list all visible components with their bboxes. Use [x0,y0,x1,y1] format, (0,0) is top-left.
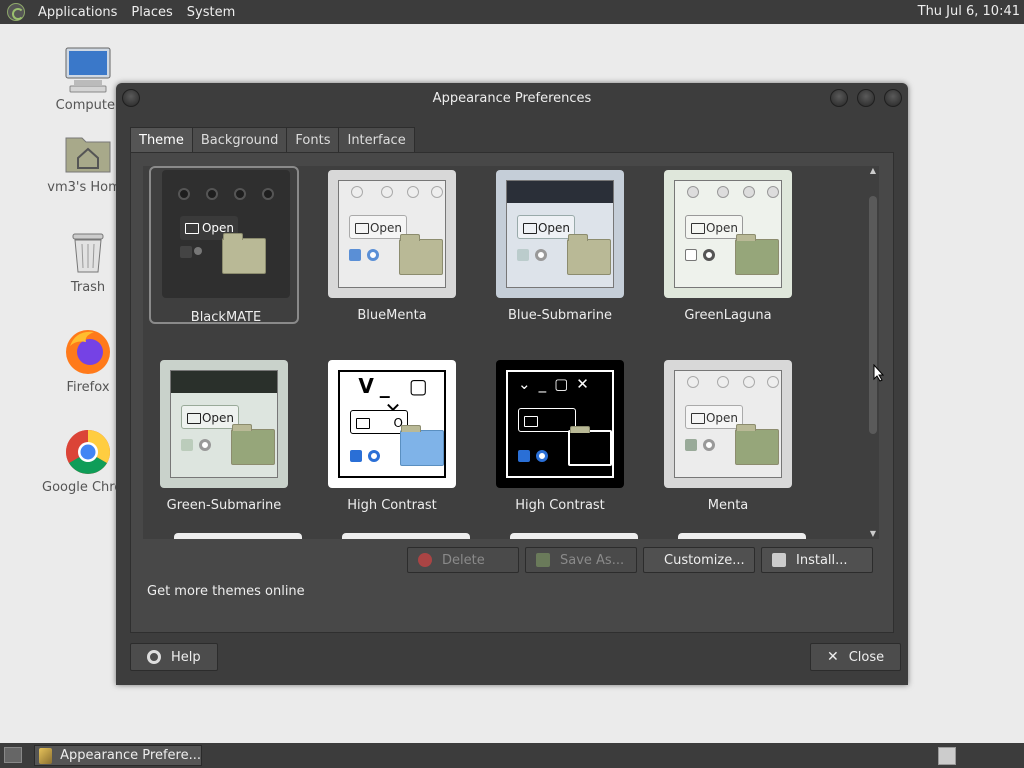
theme-name: High Contrast [515,498,605,513]
theme-name: BlackMATE [190,310,262,325]
clock[interactable]: Thu Jul 6, 10:41 [918,4,1020,19]
theme-name: Menta [707,498,749,513]
close-button[interactable]: ✕ Close [810,643,902,671]
theme-preview-image: ⌄_▢✕ [496,360,624,488]
top-panel: Applications Places System Thu Jul 6, 10… [0,0,1024,24]
scroll-down-arrow-icon[interactable]: ▼ [867,529,879,539]
show-desktop-icon[interactable] [4,747,22,763]
theme-item-greenlaguna[interactable]: Open GreenLaguna [653,166,803,324]
tab-interface[interactable]: Interface [338,127,415,153]
theme-name: Blue-Submarine [507,308,613,323]
applications-menu[interactable]: Applications [31,5,124,20]
theme-preview-image: Open [162,170,290,298]
help-button-label: Help [171,649,201,665]
chrome-icon [64,428,112,476]
save-icon [536,553,550,567]
customize-button[interactable]: Customize... [643,547,755,573]
tab-background[interactable]: Background [191,127,288,153]
close-button-label: Close [848,649,885,665]
help-button[interactable]: Help [130,643,218,671]
scroll-up-arrow-icon[interactable]: ▲ [867,166,879,176]
save-as-button[interactable]: Save As... [525,547,637,573]
theme-item-high-contrast-inverse[interactable]: ⌄_▢✕ High Contrast [485,356,635,514]
theme-name: Green-Submarine [166,498,282,513]
theme-action-buttons: Delete Save As... Customize... Install..… [401,547,873,573]
close-window-button[interactable] [884,89,902,107]
mate-logo-icon[interactable] [7,3,25,21]
theme-preview-image: Open [160,360,288,488]
delete-icon [418,553,432,567]
system-menu[interactable]: System [180,5,242,20]
taskbar-item-appearance[interactable]: Appearance Prefere... [34,745,202,766]
theme-preview-image: Open [664,360,792,488]
taskbar-item-label: Appearance Prefere... [60,748,201,763]
theme-preview-image: Open [496,170,624,298]
bottom-panel: Appearance Prefere... [0,743,1024,768]
install-button-label: Install... [796,552,848,568]
theme-item-blackmate[interactable]: Open BlackMATE [149,166,299,325]
save-as-button-label: Save As... [560,552,625,568]
install-button[interactable]: Install... [761,547,873,573]
theme-name: BlueMenta [357,308,427,323]
tab-theme[interactable]: Theme [130,127,193,153]
maximize-button[interactable] [857,89,875,107]
customize-button-label: Customize... [664,552,745,568]
trash-icon [64,228,112,276]
mouse-cursor-icon [873,364,885,382]
dialog-title: Appearance Preferences [432,91,592,106]
appearance-app-icon [39,747,53,764]
delete-button-label: Delete [442,552,485,568]
delete-button[interactable]: Delete [407,547,519,573]
theme-item-blue-submarine[interactable]: Open Blue-Submarine [485,166,635,324]
theme-name: GreenLaguna [684,308,772,323]
firefox-icon [64,328,112,376]
workspace-switcher[interactable] [938,747,956,765]
theme-item-bluementa[interactable]: Open BlueMenta [317,166,467,324]
theme-name: High Contrast [347,498,437,513]
theme-item-partial[interactable] [678,533,806,539]
theme-grid[interactable]: Open BlackMATE Open BlueMenta Open Blue-… [143,166,869,539]
theme-item-green-submarine[interactable]: Open Green-Submarine [149,356,299,514]
theme-item-partial[interactable] [174,533,302,539]
dialog-titlebar[interactable]: Appearance Preferences [116,83,908,115]
get-more-themes-link[interactable]: Get more themes online [147,584,305,599]
theme-item-partial[interactable] [510,533,638,539]
theme-item-menta[interactable]: Open Menta [653,356,803,514]
appearance-preferences-dialog: Appearance Preferences Theme Background … [116,83,908,685]
close-icon: ✕ [827,649,839,665]
theme-item-high-contrast[interactable]: V_ ▢ ✕ O High Contrast [317,356,467,514]
minimize-button[interactable] [830,89,848,107]
scrollbar-thumb[interactable] [869,196,877,434]
theme-tab-panel: Open BlackMATE Open BlueMenta Open Blue-… [130,152,894,633]
theme-preview-image: Open [328,170,456,298]
home-folder-icon [64,128,112,176]
theme-preview-image: Open [664,170,792,298]
theme-grid-scrollbar[interactable]: ▲ ▼ [867,166,879,539]
theme-preview-image: V_ ▢ ✕ O [328,360,456,488]
window-menu-button[interactable] [122,89,140,107]
theme-item-partial[interactable] [342,533,470,539]
places-menu[interactable]: Places [124,5,179,20]
tab-bar: Theme Background Fonts Interface [130,127,415,153]
help-icon [147,650,161,664]
install-icon [772,553,786,567]
tab-fonts[interactable]: Fonts [286,127,340,153]
computer-icon [64,46,112,94]
